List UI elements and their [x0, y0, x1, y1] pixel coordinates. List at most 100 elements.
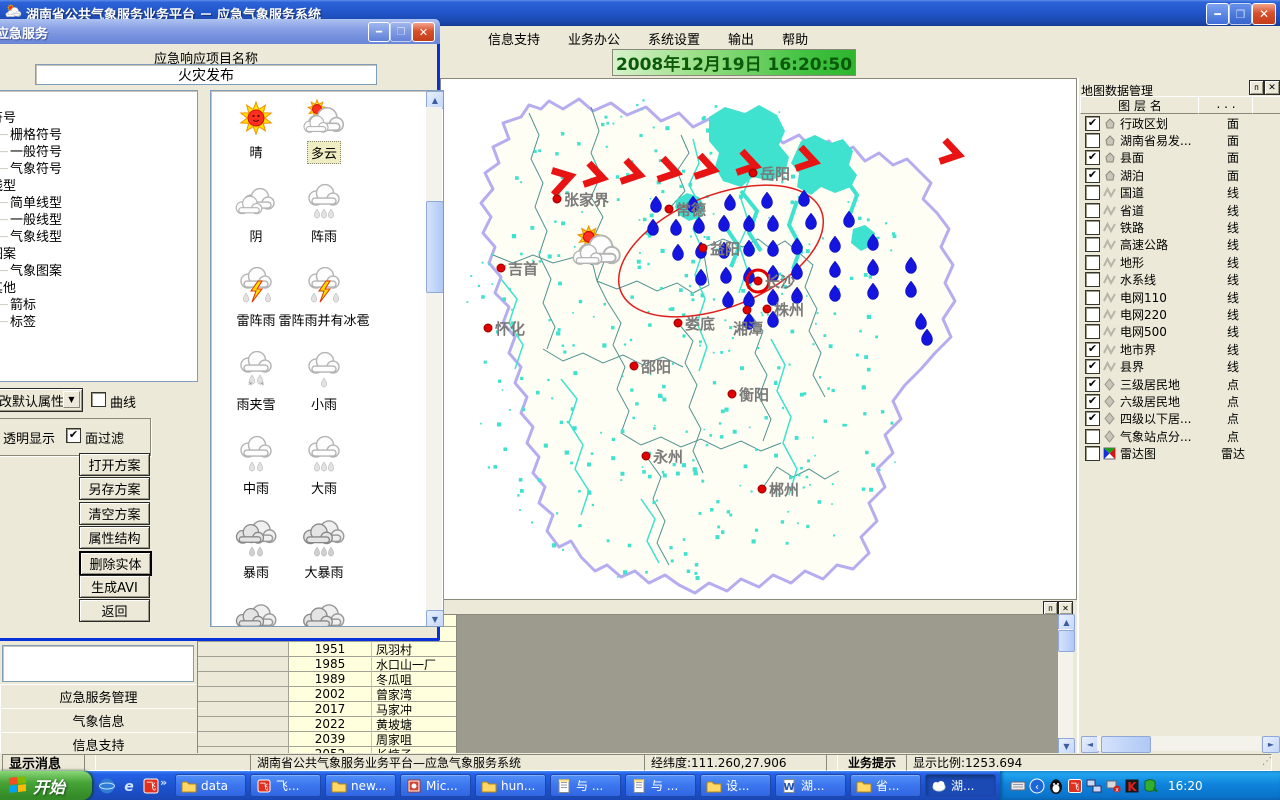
netoff-icon[interactable]: x: [1105, 778, 1121, 794]
layer-row[interactable]: 电网110线: [1079, 288, 1280, 306]
layer-checkbox[interactable]: [1085, 324, 1100, 339]
chevron-more-icon[interactable]: »: [160, 776, 167, 789]
layer-row[interactable]: 气象站点分...点: [1079, 427, 1280, 445]
db-icon[interactable]: [1143, 778, 1159, 794]
layer-checkbox[interactable]: ✔: [1085, 168, 1100, 183]
scroll-right-icon[interactable]: ►: [1262, 736, 1280, 753]
layer-checkbox[interactable]: ✔: [1085, 359, 1100, 374]
layer-row[interactable]: ✔四级以下居...点: [1079, 410, 1280, 428]
hunan-map[interactable]: 张家界岳阳常德益阳吉首长沙株州湘潭娄底怀化邵阳衡阳永州郴州: [441, 79, 1076, 599]
layer-row[interactable]: ✔县面面: [1079, 149, 1280, 167]
maximize-button[interactable]: ❐: [1229, 3, 1252, 25]
layer-row[interactable]: ✔地市界线: [1079, 340, 1280, 358]
table-row-header[interactable]: [198, 642, 289, 657]
kav-icon[interactable]: K: [1124, 778, 1140, 794]
bottom-content-area[interactable]: [456, 614, 1060, 755]
keyboard-icon[interactable]: [1010, 778, 1026, 794]
project-name-input[interactable]: 火灾发布: [35, 64, 377, 85]
dialog-button[interactable]: 清空方案: [79, 502, 150, 525]
layer-row[interactable]: 国道线: [1079, 184, 1280, 202]
scroll-thumb[interactable]: [1101, 736, 1151, 753]
curve-checkbox[interactable]: [91, 392, 106, 407]
sidebar-item-1[interactable]: 气象信息: [0, 708, 197, 733]
layer-checkbox[interactable]: [1085, 237, 1100, 252]
fetion-icon[interactable]: 飞: [142, 777, 160, 795]
clock[interactable]: 16:20: [1168, 779, 1203, 793]
minimize-button[interactable]: ━: [1206, 3, 1229, 25]
layer-row[interactable]: 铁路线: [1079, 218, 1280, 236]
pin-icon[interactable]: ᴨ: [1249, 80, 1264, 95]
layers-header-more[interactable]: . . .: [1198, 96, 1254, 114]
table-row-header[interactable]: [198, 717, 289, 732]
dialog-button[interactable]: 打开方案: [79, 453, 150, 476]
layer-row[interactable]: ✔三级居民地点: [1079, 375, 1280, 393]
layer-checkbox[interactable]: [1085, 446, 1100, 461]
weather-item[interactable]: 小雨: [269, 351, 379, 414]
taskbar-task-5[interactable]: 与 ...: [550, 774, 621, 797]
layer-row[interactable]: ✔行政区划面: [1079, 114, 1280, 132]
dialog-button[interactable]: 生成AVI: [79, 575, 150, 598]
layer-checkbox[interactable]: [1085, 220, 1100, 235]
taskbar-task-8[interactable]: W湖...: [775, 774, 846, 797]
taskbar-task-4[interactable]: hun...: [475, 774, 546, 797]
layer-checkbox[interactable]: ✔: [1085, 394, 1100, 409]
table-cell-id[interactable]: 2039: [289, 732, 372, 747]
layer-row[interactable]: 地形线: [1079, 253, 1280, 271]
layer-row[interactable]: ✔六级居民地点: [1079, 392, 1280, 410]
layer-checkbox[interactable]: [1085, 255, 1100, 270]
table-cell-id[interactable]: 2022: [289, 717, 372, 732]
weather-item[interactable]: 雷阵雨并有冰雹: [269, 267, 379, 330]
sidebar-listbox[interactable]: [2, 645, 194, 682]
dialog-button[interactable]: 删除实体: [79, 551, 152, 576]
bottom-vscrollbar[interactable]: ▲ ▼: [1058, 614, 1074, 753]
layer-checkbox[interactable]: [1085, 272, 1100, 287]
symbol-tree[interactable]: 符号┈ 栅格符号┈ 一般符号┈ 气象符号线型┈ 简单线型┈ 一般线型┈ 气象线型…: [0, 90, 198, 382]
taskbar-task-2[interactable]: new...: [325, 774, 396, 797]
layer-checkbox[interactable]: [1085, 203, 1100, 218]
weather-symbol-list[interactable]: 晴多云阴阵雨雷阵雨雷阵雨并有冰雹**雨夹雪小雨中雨大雨暴雨大暴雨 ▲ ▼: [210, 90, 444, 627]
close-button[interactable]: ✕: [412, 22, 435, 42]
lang-icon[interactable]: ‹: [1029, 778, 1045, 794]
sidebar-item-0[interactable]: 应急服务管理: [0, 684, 197, 709]
fetion-tray-icon[interactable]: 飞: [1067, 778, 1083, 794]
close-icon[interactable]: ✕: [1058, 601, 1073, 615]
layer-row[interactable]: ✔湖泊面: [1079, 166, 1280, 184]
default-attr-combo[interactable]: 修改默认属性 ▼: [0, 388, 83, 412]
minimize-button[interactable]: ━: [368, 22, 390, 42]
pin-icon[interactable]: ᴨ: [1043, 601, 1058, 615]
dialog-button[interactable]: 另存方案: [79, 477, 150, 500]
table-row-header[interactable]: [198, 657, 289, 672]
dialog-button[interactable]: 属性结构: [79, 526, 150, 549]
layer-checkbox[interactable]: [1085, 133, 1100, 148]
start-button[interactable]: 开始: [0, 771, 92, 800]
table-cell-id[interactable]: 1989: [289, 672, 372, 687]
table-cell-id[interactable]: 1985: [289, 657, 372, 672]
table-row-header[interactable]: [198, 687, 289, 702]
taskbar-task-0[interactable]: data: [175, 774, 246, 797]
weather-item[interactable]: 大雨: [269, 435, 379, 498]
resize-grip[interactable]: ⋰: [1262, 756, 1272, 767]
dialog-button[interactable]: 返回: [79, 599, 150, 622]
qq-icon[interactable]: [1048, 778, 1064, 794]
layer-row[interactable]: 省道线: [1079, 201, 1280, 219]
table-cell-id[interactable]: 2017: [289, 702, 372, 717]
table-row-header[interactable]: [198, 732, 289, 747]
taskbar-task-1[interactable]: 飞飞...: [250, 774, 321, 797]
maximize-button[interactable]: ❐: [390, 22, 412, 42]
scroll-down-icon[interactable]: ▼: [426, 610, 444, 627]
layer-checkbox[interactable]: ✔: [1085, 342, 1100, 357]
chevron-down-icon[interactable]: ▼: [63, 391, 80, 408]
layer-checkbox[interactable]: ✔: [1085, 116, 1100, 131]
map-canvas[interactable]: 张家界岳阳常德益阳吉首长沙株州湘潭娄底怀化邵阳衡阳永州郴州: [440, 78, 1077, 600]
explorer-icon[interactable]: e: [120, 777, 138, 795]
layer-row[interactable]: 湖南省易发...面: [1079, 131, 1280, 149]
face-filter-checkbox[interactable]: ✔: [66, 428, 81, 443]
taskbar-task-10[interactable]: 湖...: [925, 774, 996, 797]
scroll-thumb[interactable]: [426, 201, 444, 293]
tree-node-leaf[interactable]: ┈ 标签: [0, 311, 36, 330]
scroll-thumb[interactable]: [1058, 630, 1075, 652]
layer-checkbox[interactable]: [1085, 290, 1100, 305]
layer-row[interactable]: ✔县界线: [1079, 358, 1280, 376]
layer-row[interactable]: 雷达图雷达: [1079, 445, 1280, 463]
weather-vscrollbar[interactable]: ▲ ▼: [426, 91, 442, 626]
